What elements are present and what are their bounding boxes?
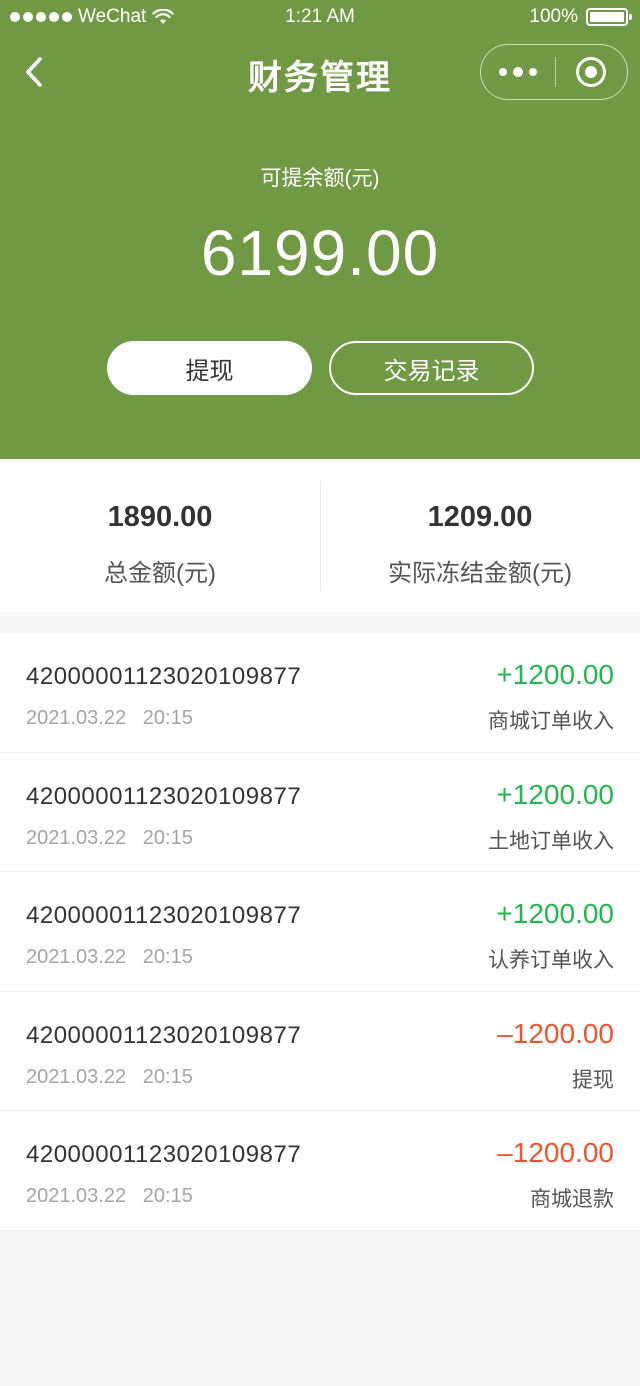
transaction-id: 42000001123020109877	[26, 782, 302, 810]
transaction-type: 商城退款	[530, 1188, 614, 1211]
close-mini-program-button[interactable]	[556, 45, 628, 99]
frozen-amount-label: 实际冻结金额(元)	[388, 560, 572, 587]
balance-value: 6199.00	[200, 217, 440, 289]
header: WeChat 1:21 AM 100% 财务管理 可提余额(元) 6199.00…	[0, 0, 640, 459]
status-bar: WeChat 1:21 AM 100%	[0, 0, 640, 36]
summary-panel: 1890.00 总金额(元) 1209.00 实际冻结金额(元)	[0, 459, 640, 612]
balance-label: 可提余额(元)	[260, 167, 380, 190]
transaction-amount: –1200.00	[497, 1137, 614, 1168]
frozen-amount-section: 1209.00 实际冻结金额(元)	[320, 459, 640, 612]
frozen-amount-value: 1209.00	[427, 501, 533, 533]
transaction-amount: +1200.00	[496, 898, 614, 929]
nav-bar: 财务管理	[0, 36, 640, 108]
total-amount-label: 总金额(元)	[104, 560, 216, 587]
total-amount-value: 1890.00	[107, 501, 213, 533]
more-button[interactable]	[481, 45, 555, 99]
total-amount-section: 1890.00 总金额(元)	[0, 459, 320, 612]
transaction-row[interactable]: 42000001123020109877 2021.03.22 20:15 –1…	[0, 992, 640, 1111]
transaction-row[interactable]: 42000001123020109877 2021.03.22 20:15 –1…	[0, 1111, 640, 1231]
transaction-amount: +1200.00	[496, 659, 614, 690]
transaction-row[interactable]: 42000001123020109877 2021.03.22 20:15 +1…	[0, 633, 640, 753]
transaction-type: 认养订单收入	[488, 949, 614, 972]
transaction-datetime: 2021.03.22 20:15	[26, 707, 193, 729]
transaction-id: 42000001123020109877	[26, 1021, 302, 1049]
transaction-amount: +1200.00	[496, 778, 614, 810]
battery-percent: 100%	[529, 6, 578, 27]
transaction-row[interactable]: 42000001123020109877 2021.03.22 20:15 +1…	[0, 753, 640, 872]
transaction-datetime: 2021.03.22 20:15	[26, 826, 193, 849]
more-dots-icon	[498, 68, 507, 76]
transaction-datetime: 2021.03.22 20:15	[26, 1065, 193, 1088]
transaction-id: 42000001123020109877	[26, 1141, 302, 1168]
status-right: 100%	[529, 6, 632, 28]
transaction-datetime: 2021.03.22 20:15	[26, 1185, 193, 1207]
transaction-amount: –1200.00	[497, 1017, 614, 1049]
battery-icon	[586, 8, 632, 26]
mini-program-capsule	[480, 44, 628, 100]
transaction-id: 42000001123020109877	[26, 663, 302, 690]
transaction-type: 土地订单收入	[488, 829, 614, 853]
transaction-records-button[interactable]: 交易记录	[329, 341, 534, 395]
transaction-id: 42000001123020109877	[26, 902, 302, 929]
transaction-type: 提现	[572, 1068, 614, 1092]
transaction-datetime: 2021.03.22 20:15	[26, 946, 193, 968]
transaction-list: 42000001123020109877 2021.03.22 20:15 +1…	[0, 633, 640, 1231]
transaction-type: 商城订单收入	[488, 710, 614, 733]
target-icon	[576, 57, 607, 87]
withdraw-button[interactable]: 提现	[107, 341, 312, 395]
transaction-row[interactable]: 42000001123020109877 2021.03.22 20:15 +1…	[0, 872, 640, 992]
